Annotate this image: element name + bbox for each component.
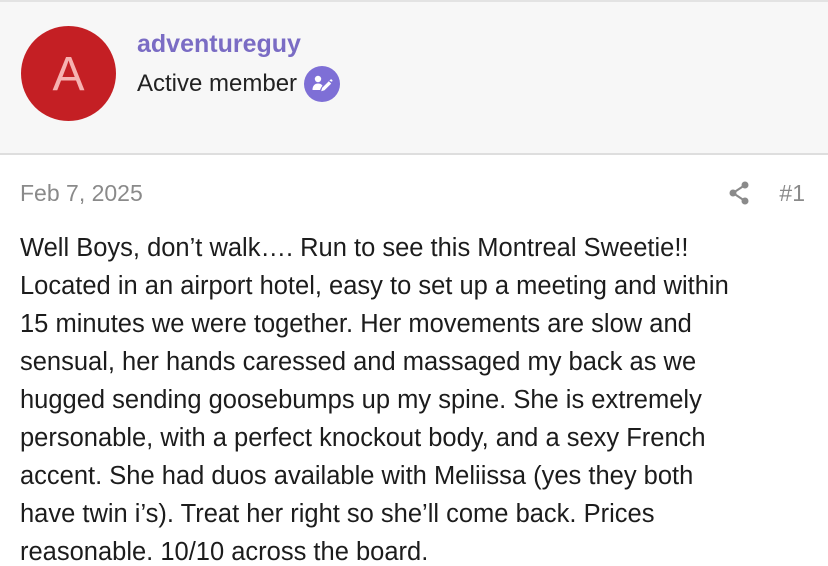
post-author-block: A adventureguy Active member xyxy=(0,0,828,155)
post-date[interactable]: Feb 7, 2025 xyxy=(20,178,143,208)
username-link[interactable]: adventureguy xyxy=(137,29,301,59)
user-check-glyph xyxy=(312,75,333,92)
post-number-link[interactable]: #1 xyxy=(779,178,805,208)
post-body-text: Well Boys, don’t walk…. Run to see this … xyxy=(20,234,729,566)
forum-post: A adventureguy Active member Feb 7, 2025 xyxy=(0,0,828,566)
share-icon[interactable] xyxy=(726,180,752,206)
verified-badge-icon[interactable] xyxy=(304,66,341,102)
avatar[interactable]: A xyxy=(21,26,116,121)
member-title-row: Active member xyxy=(137,66,341,102)
avatar-letter: A xyxy=(52,47,85,101)
member-title: Active member xyxy=(137,69,298,97)
post-meta: Feb 7, 2025 #1 xyxy=(20,178,808,208)
